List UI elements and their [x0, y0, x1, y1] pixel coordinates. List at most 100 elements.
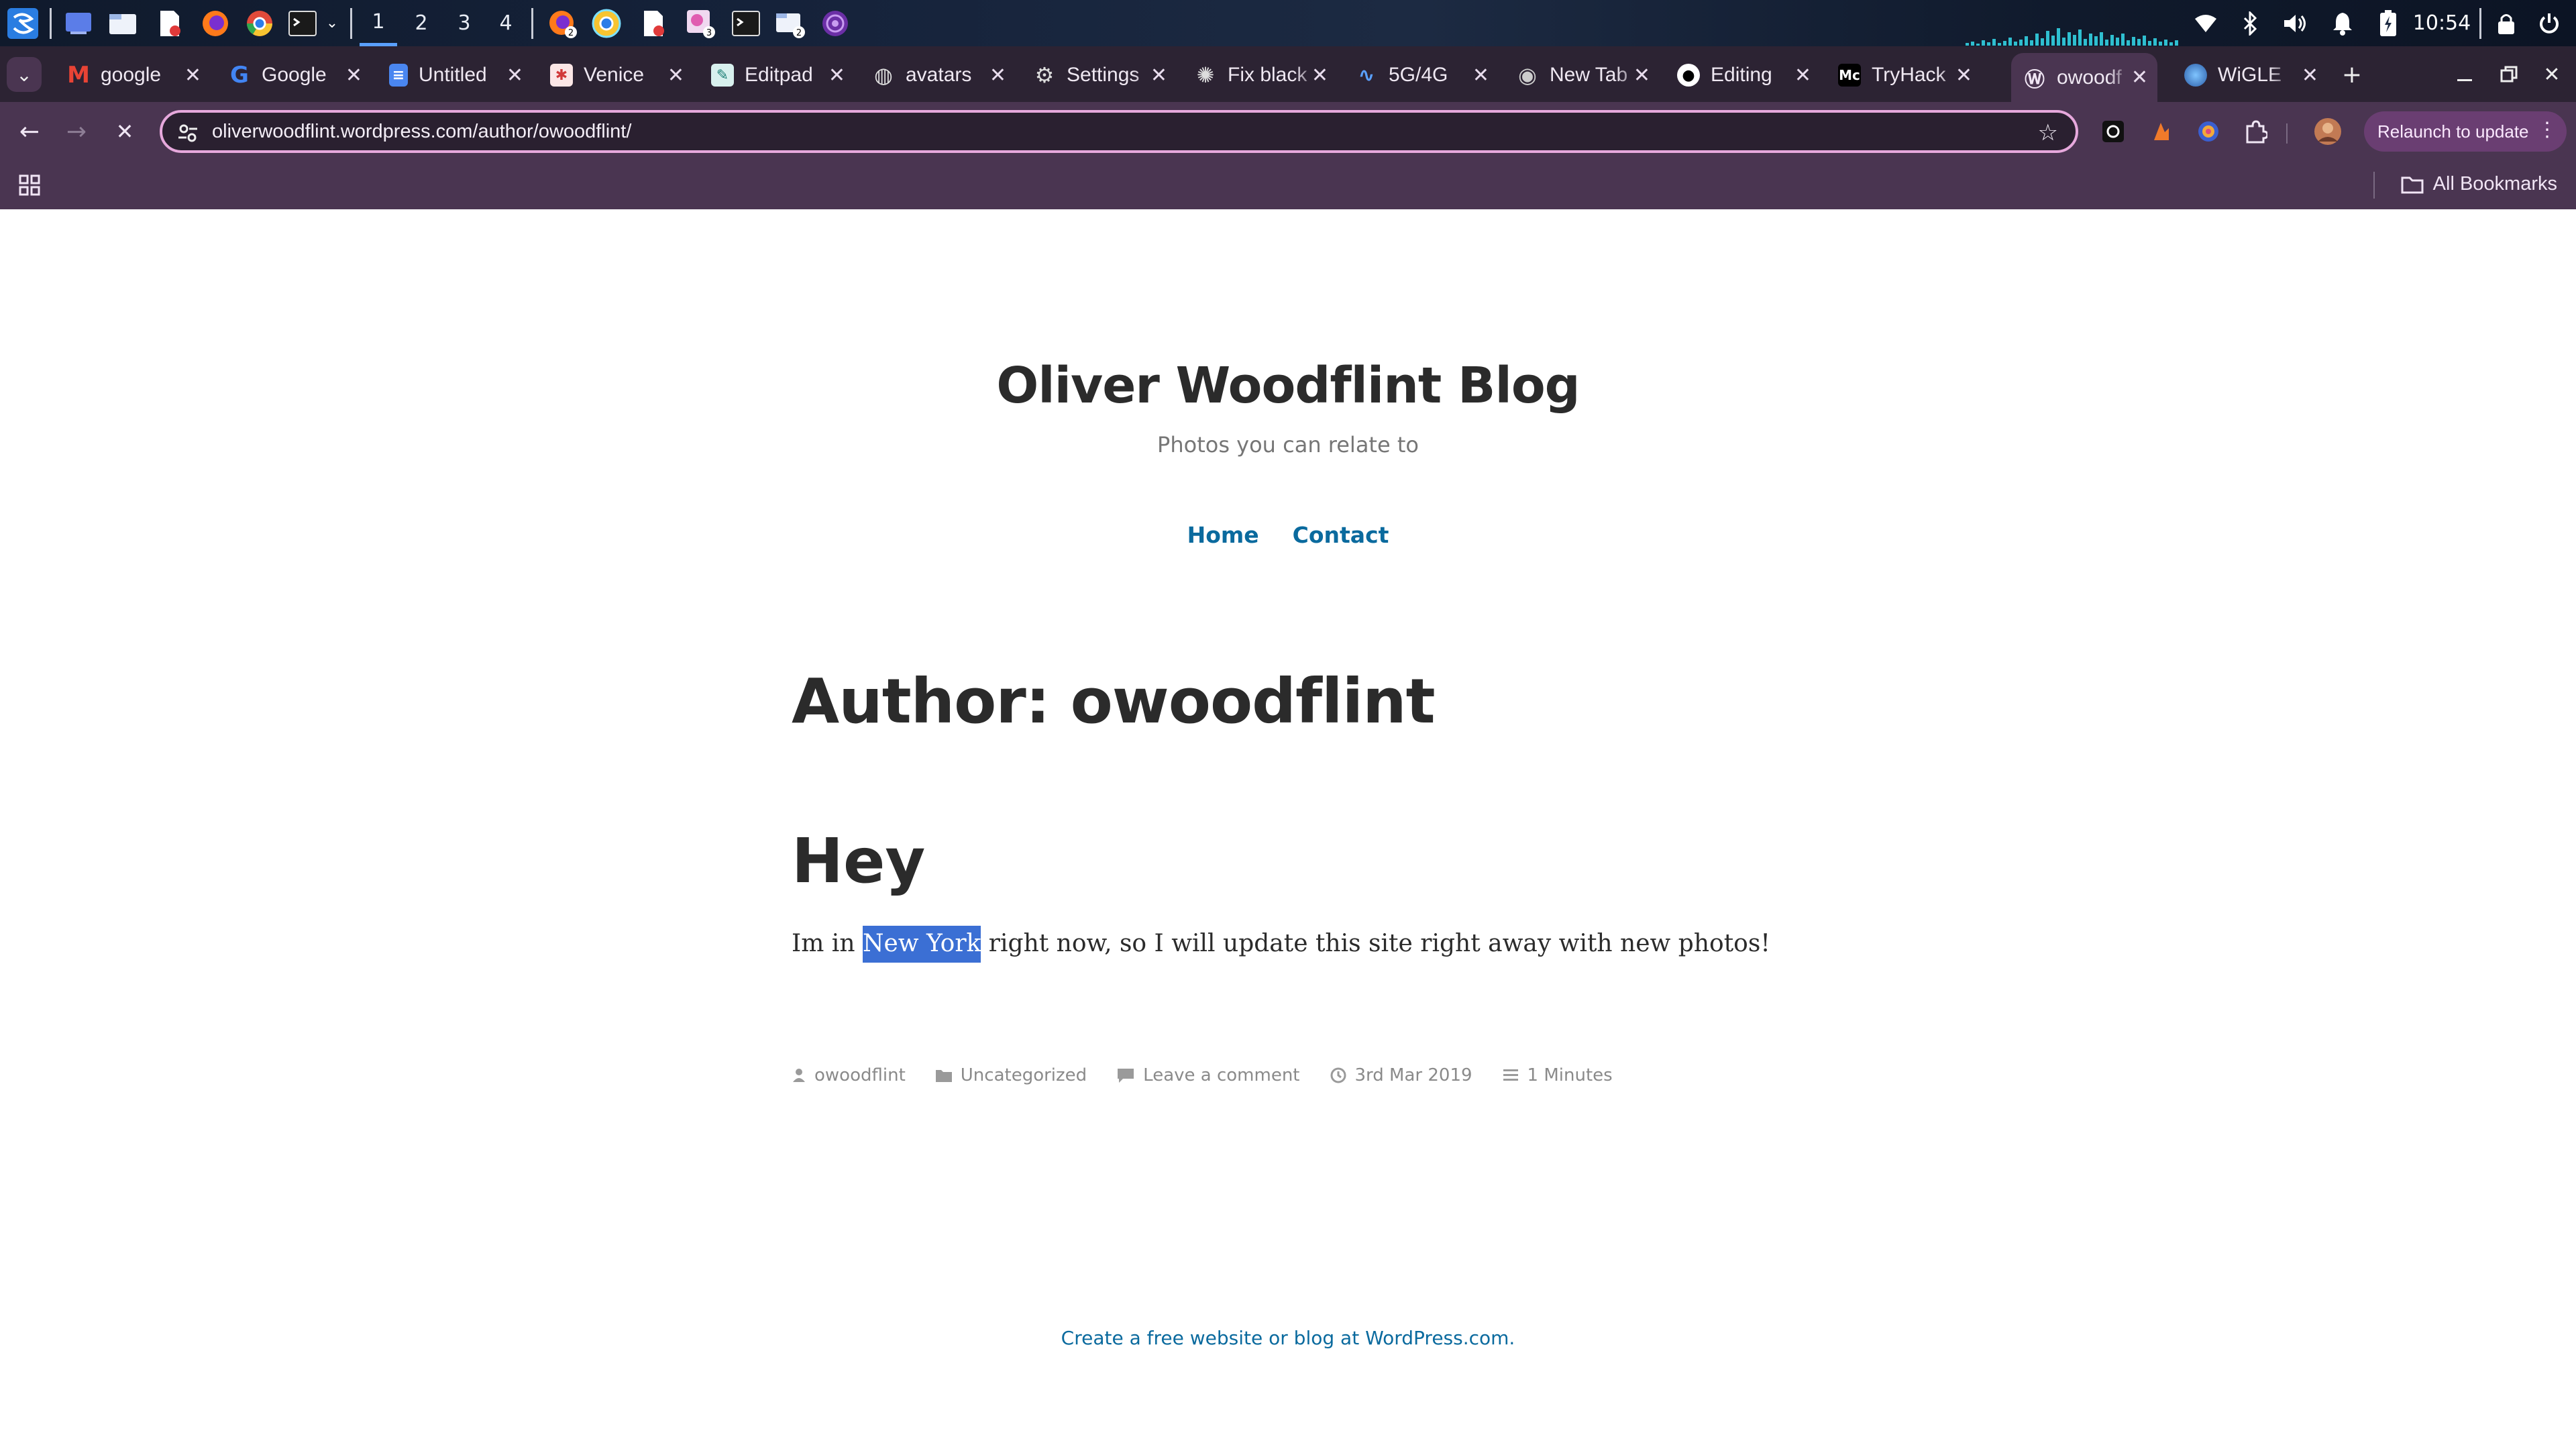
post-body-text: Im in	[792, 930, 863, 957]
minimize-icon[interactable]	[2446, 56, 2483, 93]
chrome-icon: ◉	[1518, 62, 1537, 88]
close-icon[interactable]: ✕	[1794, 64, 1811, 87]
volume-icon[interactable]	[2279, 0, 2312, 46]
nav-home-link[interactable]: Home	[1187, 522, 1259, 548]
tab-title: Settings	[1067, 64, 1140, 86]
post-category[interactable]: Uncategorized	[935, 1065, 1087, 1085]
tor-browser-icon[interactable]	[817, 0, 853, 46]
back-arrow-icon[interactable]: ←	[9, 111, 50, 152]
relaunch-to-update-button[interactable]: Relaunch to update ⋮	[2364, 111, 2567, 152]
workspace-4[interactable]: 4	[487, 0, 525, 46]
post-author[interactable]: owoodflint	[792, 1065, 906, 1085]
google-icon: G	[230, 62, 249, 89]
tab-google[interactable]: G Google ✕	[216, 53, 372, 97]
close-icon[interactable]: ✕	[989, 64, 1006, 87]
image-viewer-icon[interactable]: 3	[682, 0, 719, 46]
post-meta: owoodflint Uncategorized Leave a comment…	[792, 1065, 1613, 1085]
post-author-link[interactable]: owoodflint	[814, 1065, 906, 1085]
editor-window-icon[interactable]	[635, 0, 672, 46]
post-date-link[interactable]: 3rd Mar 2019	[1355, 1065, 1472, 1085]
desktop-icon[interactable]	[60, 0, 97, 46]
url-text[interactable]: oliverwoodflint.wordpress.com/author/owo…	[212, 121, 631, 143]
tab-new-tab[interactable]: ◉ New Tab ✕	[1504, 53, 1660, 97]
tab-search-icon[interactable]: ⌄	[7, 57, 42, 92]
extensions-puzzle-icon[interactable]	[2238, 114, 2273, 149]
terminal-window-icon[interactable]	[727, 0, 765, 46]
close-icon[interactable]: ✕	[828, 64, 845, 87]
extension-burp-icon[interactable]	[2144, 114, 2179, 149]
files-window-icon[interactable]: 2	[771, 0, 809, 46]
power-icon[interactable]	[2533, 0, 2565, 46]
workspace-1[interactable]: 1	[360, 0, 397, 46]
close-icon[interactable]: ✕	[1472, 64, 1489, 87]
terminal-icon[interactable]	[284, 0, 321, 46]
extension-wappalyzer-icon[interactable]	[2191, 114, 2226, 149]
workspace-2[interactable]: 2	[402, 0, 440, 46]
post-title[interactable]: Hey	[792, 825, 925, 897]
close-icon[interactable]: ✕	[184, 64, 201, 87]
close-icon[interactable]: ✕	[1311, 64, 1328, 87]
tab-5g-4g[interactable]: ∿ 5G/4G ✕	[1343, 53, 1499, 97]
site-info-icon[interactable]	[176, 121, 200, 145]
leave-comment-link[interactable]: Leave a comment	[1143, 1065, 1299, 1085]
tab-tryhackme[interactable]: Mc TryHack ✕	[1826, 53, 1982, 97]
tab-venice[interactable]: ✱ Venice ✕	[538, 53, 694, 97]
file-manager-icon[interactable]	[105, 0, 141, 46]
os-taskbar: ⌄ 1 2 3 4 2 3 2 10:54	[0, 0, 2576, 46]
firefox-window-icon[interactable]: 2	[543, 0, 581, 46]
browser-tab-strip: ⌄ M google ✕ G Google ✕ ≡ Untitled ✕ ✱ V…	[0, 46, 2576, 102]
tab-settings[interactable]: ⚙ Settings ✕	[1021, 53, 1177, 97]
close-icon[interactable]: ✕	[1150, 64, 1167, 87]
all-bookmarks-button[interactable]: All Bookmarks	[2401, 173, 2557, 195]
apps-grid-icon[interactable]	[15, 170, 44, 200]
workspace-3[interactable]: 3	[445, 0, 483, 46]
lock-screen-icon[interactable]	[2490, 0, 2522, 46]
profile-avatar[interactable]	[2310, 114, 2345, 149]
address-bar[interactable]: oliverwoodflint.wordpress.com/author/owo…	[160, 110, 2078, 153]
wordpress-icon: Ⓦ	[2025, 68, 2045, 92]
firefox-icon[interactable]	[197, 0, 233, 46]
wifi-icon[interactable]	[2190, 0, 2222, 46]
close-icon[interactable]: ✕	[2302, 64, 2318, 87]
tab-avatars[interactable]: ◍ avatars ✕	[860, 53, 1016, 97]
tab-gmail[interactable]: M google ✕	[55, 53, 211, 97]
close-icon[interactable]: ✕	[2131, 66, 2148, 89]
close-icon[interactable]: ✕	[506, 64, 523, 87]
tab-owoodflint-active[interactable]: Ⓦ owoodf ✕	[2011, 53, 2157, 102]
footer-wordpress-link[interactable]: Create a free website or blog at WordPre…	[0, 1327, 2576, 1349]
globe-icon: ◍	[874, 62, 893, 88]
chrome-window-icon[interactable]	[588, 0, 625, 46]
site-title[interactable]: Oliver Woodflint Blog	[0, 357, 2576, 415]
toolbar-divider	[2286, 123, 2288, 144]
taskbar-clock[interactable]: 10:54	[2411, 0, 2473, 46]
restore-icon[interactable]	[2490, 56, 2528, 93]
tab-github-editing[interactable]: ● Editing ✕	[1665, 53, 1821, 97]
post-date[interactable]: 3rd Mar 2019	[1330, 1065, 1472, 1085]
bluetooth-icon[interactable]	[2234, 0, 2266, 46]
close-window-icon[interactable]: ✕	[2533, 56, 2571, 93]
comment-bubble-icon	[1118, 1069, 1134, 1083]
tab-untitled-doc[interactable]: ≡ Untitled ✕	[377, 53, 533, 97]
close-icon[interactable]: ✕	[1633, 64, 1650, 87]
tab-fix-black[interactable]: ✺ Fix black ✕	[1182, 53, 1338, 97]
tab-wigle[interactable]: WiGLE ✕	[2172, 53, 2328, 97]
nav-contact-link[interactable]: Contact	[1293, 522, 1389, 548]
stop-loading-icon[interactable]: ✕	[105, 111, 145, 152]
post-category-link[interactable]: Uncategorized	[961, 1065, 1087, 1085]
extension-openai-icon[interactable]	[2096, 114, 2131, 149]
close-icon[interactable]: ✕	[667, 64, 684, 87]
post-comments[interactable]: Leave a comment	[1116, 1065, 1300, 1085]
more-menu-icon[interactable]: ⋮	[2537, 118, 2557, 142]
new-tab-plus-icon[interactable]: +	[2333, 56, 2371, 93]
forward-arrow-icon[interactable]: →	[56, 111, 97, 152]
close-icon[interactable]: ✕	[345, 64, 362, 87]
chrome-icon[interactable]	[241, 0, 278, 46]
notifications-bell-icon[interactable]	[2326, 0, 2359, 46]
close-icon[interactable]: ✕	[1955, 64, 1972, 87]
chevron-down-icon[interactable]: ⌄	[322, 0, 342, 46]
text-editor-icon[interactable]	[152, 0, 188, 46]
app-launcher-icon[interactable]	[4, 0, 42, 46]
tab-title: Editing	[1711, 64, 1772, 86]
bookmark-star-icon[interactable]: ☆	[2038, 119, 2058, 146]
tab-editpad[interactable]: ✎ Editpad ✕	[699, 53, 855, 97]
